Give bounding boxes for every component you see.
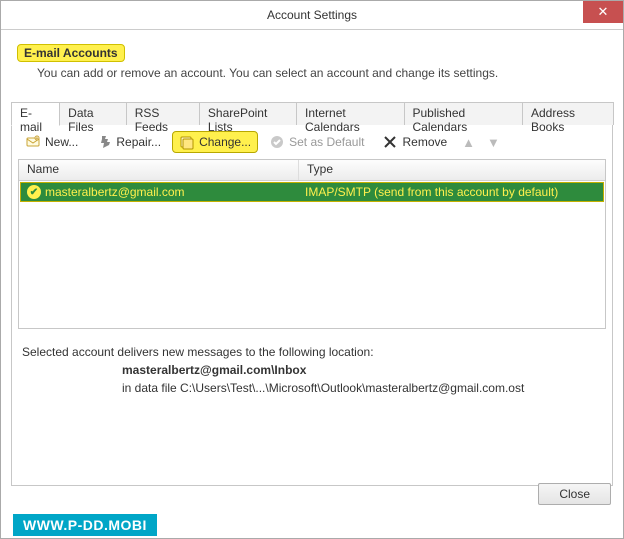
move-up-icon: ▲ — [458, 135, 479, 150]
new-button[interactable]: ✦ New... — [18, 131, 85, 153]
accounts-list: Name Type ✔ masteralbertz@gmail.com IMAP… — [18, 159, 606, 329]
change-icon — [179, 134, 195, 150]
delivery-location: masteralbertz@gmail.com\Inbox — [22, 361, 602, 379]
tab-sharepoint-lists[interactable]: SharePoint Lists — [199, 102, 297, 125]
tab-address-books[interactable]: Address Books — [522, 102, 614, 125]
account-row[interactable]: ✔ masteralbertz@gmail.com IMAP/SMTP (sen… — [20, 182, 604, 202]
dialog-footer: Close — [11, 483, 611, 505]
tab-internet-calendars[interactable]: Internet Calendars — [296, 102, 404, 125]
column-header-type[interactable]: Type — [299, 160, 605, 180]
repair-icon — [96, 134, 112, 150]
watermark: WWW.P-DD.MOBI — [13, 514, 157, 536]
change-label: Change... — [199, 135, 251, 149]
close-icon: ✕ — [598, 4, 609, 20]
titlebar: Account Settings ✕ — [1, 1, 623, 30]
remove-button[interactable]: Remove — [375, 131, 454, 153]
repair-label: Repair... — [116, 135, 161, 149]
window-content: E-mail Accounts You can add or remove an… — [1, 30, 623, 539]
column-header-name[interactable]: Name — [19, 160, 299, 180]
default-label: Set as Default — [289, 135, 364, 149]
set-default-button: Set as Default — [262, 131, 371, 153]
delivery-info: Selected account delivers new messages t… — [12, 329, 612, 397]
remove-icon — [382, 134, 398, 150]
section-heading: E-mail Accounts — [17, 44, 125, 62]
svg-text:✦: ✦ — [35, 136, 39, 142]
close-button[interactable]: Close — [538, 483, 611, 505]
remove-label: Remove — [402, 135, 447, 149]
account-email: masteralbertz@gmail.com — [45, 185, 185, 199]
window-close-button[interactable]: ✕ — [583, 1, 623, 23]
delivery-intro: Selected account delivers new messages t… — [22, 343, 602, 361]
list-header: Name Type — [19, 160, 605, 181]
tab-published-calendars[interactable]: Published Calendars — [404, 102, 524, 125]
default-icon — [269, 134, 285, 150]
default-check-icon: ✔ — [27, 185, 41, 199]
move-down-icon: ▼ — [483, 135, 504, 150]
tab-data-files[interactable]: Data Files — [59, 102, 127, 125]
window-title: Account Settings — [267, 8, 357, 22]
new-icon: ✦ — [25, 134, 41, 150]
account-settings-window: Account Settings ✕ E-mail Accounts You c… — [0, 0, 624, 539]
new-label: New... — [45, 135, 78, 149]
account-row-type-cell: IMAP/SMTP (send from this account by def… — [299, 185, 603, 199]
header-area: E-mail Accounts You can add or remove an… — [11, 40, 613, 90]
repair-button[interactable]: Repair... — [89, 131, 168, 153]
delivery-datafile: in data file C:\Users\Test\...\Microsoft… — [22, 379, 602, 397]
tab-rss-feeds[interactable]: RSS Feeds — [126, 102, 200, 125]
section-description: You can add or remove an account. You ca… — [17, 62, 607, 80]
change-button[interactable]: Change... — [172, 131, 258, 153]
tab-strip: E-mail Data Files RSS Feeds SharePoint L… — [11, 102, 613, 125]
tab-email[interactable]: E-mail — [11, 102, 60, 126]
account-row-name-cell: ✔ masteralbertz@gmail.com — [21, 185, 299, 199]
tab-panel: E-mail Data Files RSS Feeds SharePoint L… — [11, 124, 613, 486]
